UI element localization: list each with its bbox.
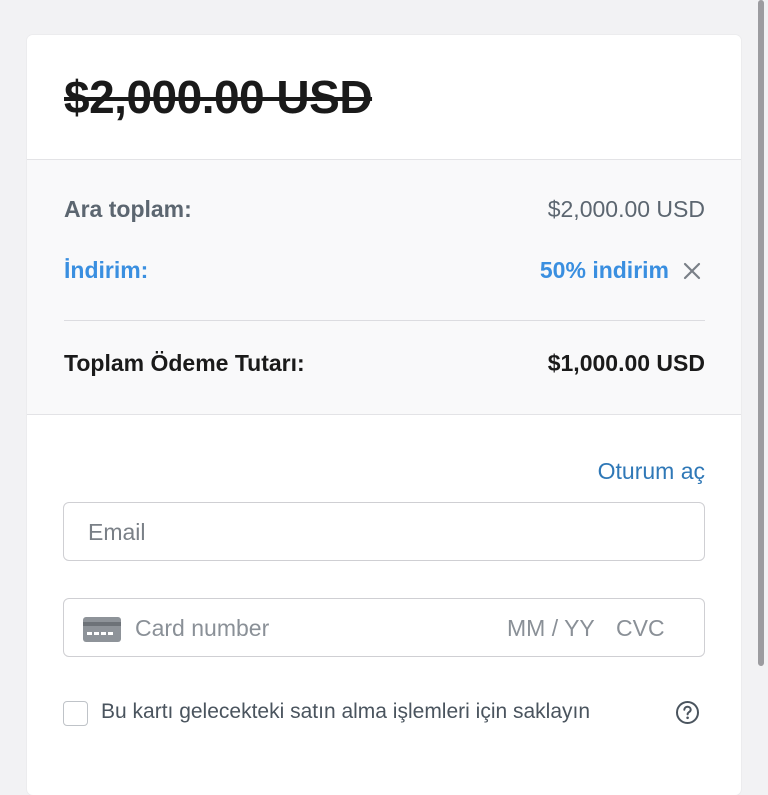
total-row: Toplam Ödeme Tutarı: $1,000.00 USD	[64, 350, 705, 382]
save-card-checkbox[interactable]	[63, 701, 88, 726]
discount-label: İndirim:	[64, 257, 149, 283]
remove-discount-close-icon[interactable]	[679, 258, 705, 284]
email-field[interactable]	[86, 515, 680, 549]
subtotal-value: $2,000.00 USD	[547, 196, 705, 222]
save-card-label[interactable]: Bu kartı gelecekteki satın alma işlemler…	[101, 700, 590, 724]
total-label: Toplam Ödeme Tutarı:	[64, 350, 305, 376]
subtotal-label: Ara toplam:	[64, 196, 192, 222]
price-header: $2,000.00 USD	[27, 35, 741, 160]
card-cvc-input[interactable]	[614, 611, 688, 645]
checkout-card: $2,000.00 USD Ara toplam: $2,000.00 USD …	[27, 35, 741, 795]
card-field-box[interactable]	[63, 598, 705, 657]
discount-value: 50% indirim	[539, 257, 669, 283]
card-number-input[interactable]	[133, 611, 467, 645]
order-summary: Ara toplam: $2,000.00 USD İndirim: 50% i…	[27, 160, 741, 415]
discount-row: İndirim: 50% indirim	[64, 257, 705, 289]
save-card-row: Bu kartı gelecekteki satın alma işlemler…	[63, 699, 703, 729]
total-value: $1,000.00 USD	[547, 350, 705, 376]
credit-card-icon	[83, 617, 121, 642]
card-expiry-input[interactable]	[505, 611, 609, 645]
signin-link[interactable]: Oturum aç	[598, 458, 705, 485]
summary-divider	[64, 320, 705, 321]
original-price-struck: $2,000.00 USD	[64, 71, 373, 123]
subtotal-row: Ara toplam: $2,000.00 USD	[64, 196, 705, 228]
question-circle-icon[interactable]	[675, 700, 700, 725]
page-scrollbar-thumb[interactable]	[758, 0, 764, 666]
email-field-box[interactable]	[63, 502, 705, 561]
